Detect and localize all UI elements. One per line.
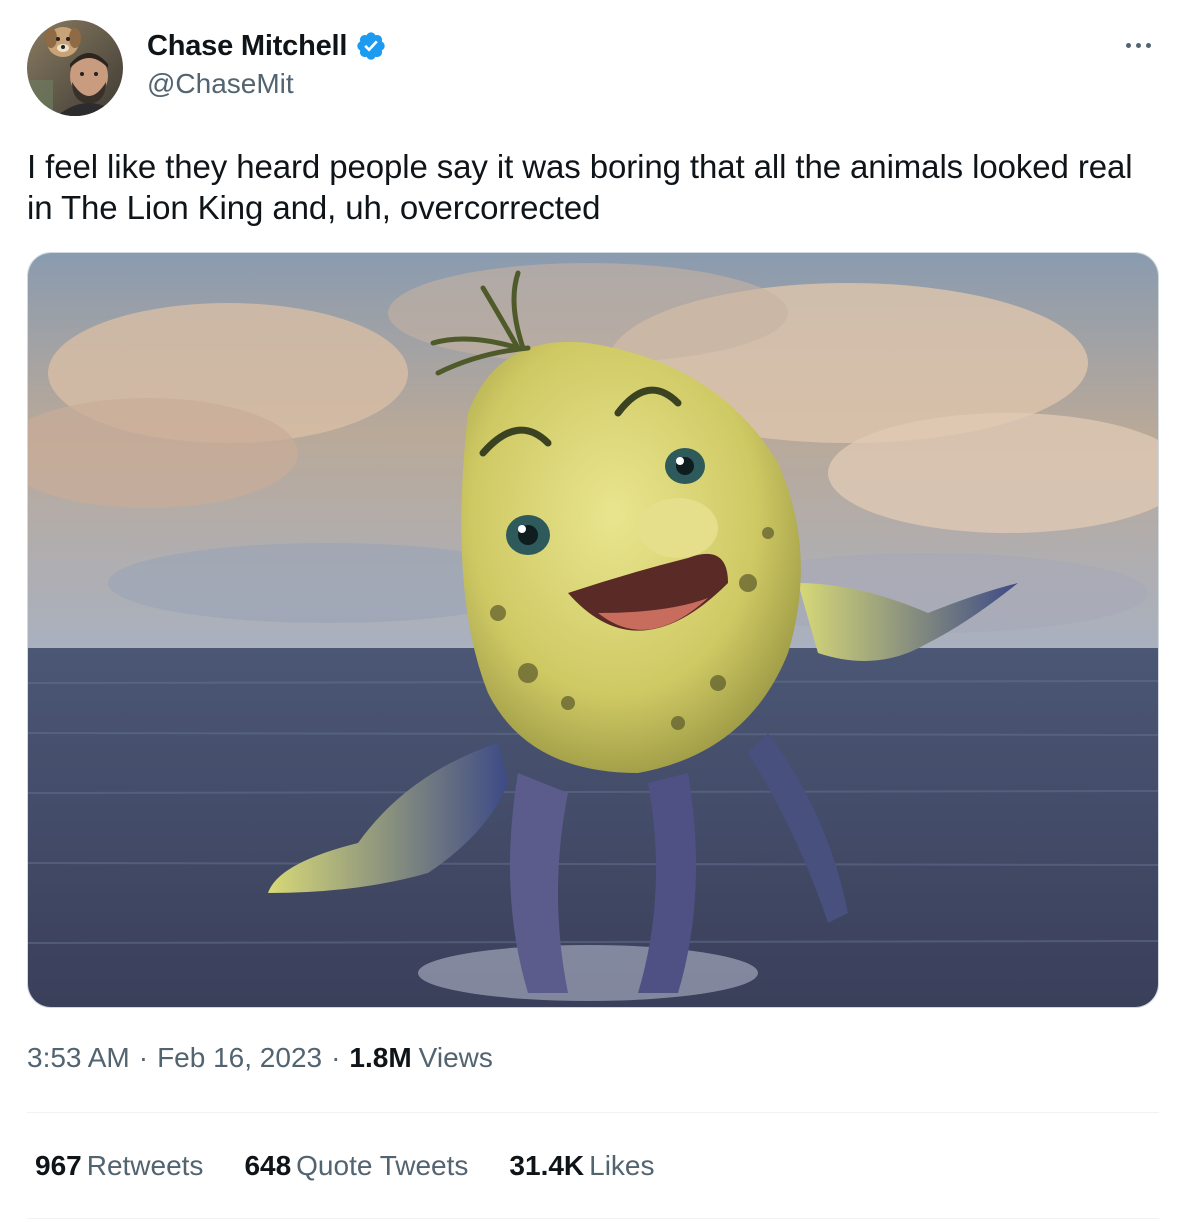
tweet-timestamp-date[interactable]: Feb 16, 2023: [157, 1042, 322, 1074]
more-horizontal-icon: [1145, 42, 1151, 48]
likes-label: Likes: [589, 1150, 655, 1181]
tweet-stats: 967 Retweets 648 Quote Tweets 31.4K Likes: [35, 1150, 696, 1182]
verified-badge-icon: [355, 30, 387, 62]
retweets-count: 967: [35, 1150, 82, 1181]
author-block: Chase Mitchell @ChaseMit: [147, 28, 387, 100]
fish-jumping-image: [28, 253, 1158, 1007]
display-name[interactable]: Chase Mitchell: [147, 30, 347, 63]
quote-tweets-label: Quote Tweets: [296, 1150, 469, 1181]
likes-count: 31.4K: [509, 1150, 585, 1181]
likes-stat-link[interactable]: 31.4K Likes: [509, 1150, 654, 1182]
more-options-button[interactable]: [1118, 30, 1158, 60]
tweet-text: I feel like they heard people say it was…: [27, 148, 1133, 226]
avatar-image: [27, 20, 123, 116]
quote-tweets-stat-link[interactable]: 648 Quote Tweets: [244, 1150, 468, 1182]
name-row: Chase Mitchell: [147, 28, 387, 64]
retweets-stat-link[interactable]: 967 Retweets: [35, 1150, 203, 1182]
views-count: 1.8M: [349, 1042, 412, 1073]
tweet-timestamp-time[interactable]: 3:53 AM: [27, 1042, 130, 1074]
user-handle[interactable]: @ChaseMit: [147, 68, 387, 100]
more-horizontal-icon: [1135, 42, 1141, 48]
retweets-label: Retweets: [86, 1150, 204, 1181]
avatar[interactable]: [27, 20, 123, 116]
divider: [27, 1218, 1159, 1219]
tweet-meta: 3:53 AM · Feb 16, 2023 · 1.8M Views: [27, 1042, 493, 1074]
meta-separator: ·: [331, 1042, 341, 1073]
quote-tweets-count: 648: [244, 1150, 292, 1181]
views-label: Views: [418, 1042, 493, 1073]
meta-separator: ·: [138, 1042, 149, 1073]
tweet-media-photo[interactable]: [27, 252, 1159, 1008]
tweet-detail: Chase Mitchell @ChaseMit I feel like the…: [0, 0, 1186, 1222]
more-horizontal-icon: [1125, 42, 1131, 48]
divider: [27, 1112, 1159, 1113]
